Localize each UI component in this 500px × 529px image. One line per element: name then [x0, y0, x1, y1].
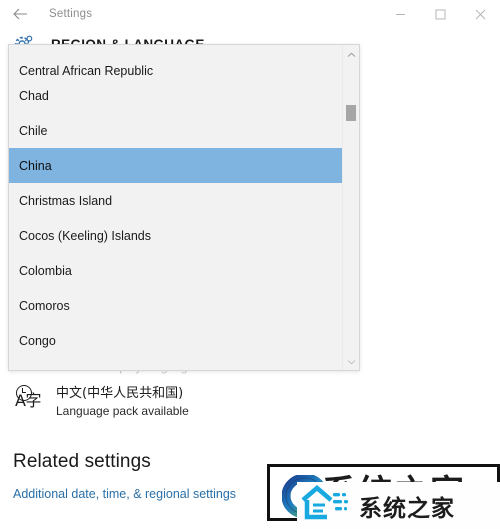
- chevron-up-icon: [347, 45, 356, 63]
- related-settings-heading: Related settings: [13, 451, 151, 472]
- country-region-dropdown[interactable]: Central African Republic Chad Chile Chin…: [8, 44, 360, 371]
- minimize-icon: [395, 9, 406, 20]
- list-item[interactable]: Congo: [9, 323, 342, 358]
- close-icon: [475, 9, 486, 20]
- language-character-icon: A字: [14, 385, 48, 415]
- chevron-down-icon: [347, 352, 356, 370]
- app-title: Settings: [49, 8, 93, 20]
- list-item[interactable]: Comoros: [9, 288, 342, 323]
- language-name: 中文(中华人民共和国): [56, 386, 184, 401]
- scrollbar-thumb[interactable]: [346, 105, 356, 121]
- language-icon-glyph: A字: [15, 391, 41, 410]
- dropdown-option-list[interactable]: Central African Republic Chad Chile Chin…: [9, 45, 356, 370]
- list-item[interactable]: Cocos (Keeling) Islands: [9, 218, 342, 253]
- watermark-front-text: 系统之家: [359, 495, 455, 522]
- window-controls: [380, 0, 500, 28]
- additional-regional-settings-link[interactable]: Additional date, time, & regional settin…: [13, 487, 236, 501]
- maximize-icon: [435, 9, 446, 20]
- list-item[interactable]: Colombia: [9, 253, 342, 288]
- list-item[interactable]: Chile: [9, 113, 342, 148]
- back-button[interactable]: [0, 0, 40, 28]
- maximize-button[interactable]: [420, 0, 460, 28]
- close-button[interactable]: [460, 0, 500, 28]
- minimize-button[interactable]: [380, 0, 420, 28]
- watermark-overlay: 系统之家: [267, 464, 500, 529]
- list-item[interactable]: Chad: [9, 78, 342, 113]
- logo-house-icon: [299, 484, 355, 527]
- scroll-up-button[interactable]: [343, 47, 359, 61]
- title-bar: Settings: [0, 0, 500, 28]
- language-pack-status: Language pack available: [56, 404, 189, 418]
- scroll-down-button[interactable]: [343, 354, 359, 368]
- language-list-item[interactable]: A字 中文(中华人民共和国) Language pack available: [14, 385, 189, 420]
- list-item[interactable]: Central African Republic: [9, 45, 342, 78]
- list-item[interactable]: Christmas Island: [9, 183, 342, 218]
- back-arrow-icon: [12, 8, 28, 20]
- watermark-front-panel: 系统之家: [297, 482, 500, 529]
- dropdown-scrollbar[interactable]: [342, 45, 359, 370]
- list-item-selected[interactable]: China: [9, 148, 356, 183]
